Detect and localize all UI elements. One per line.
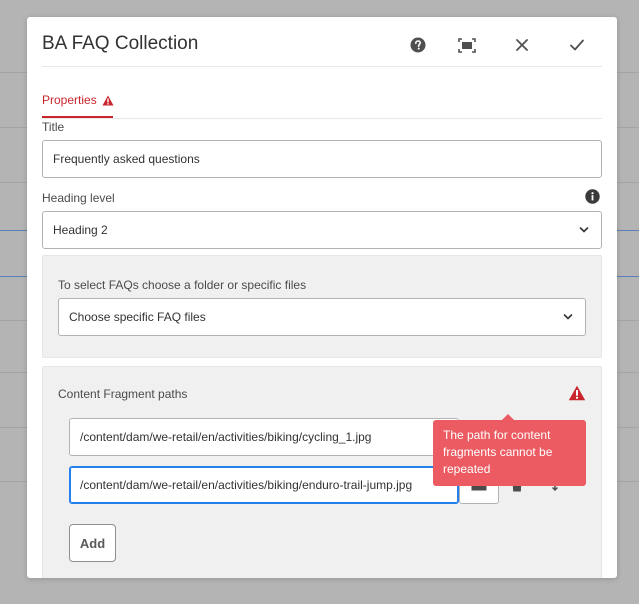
tab-label: Properties [42, 93, 97, 107]
close-icon [516, 39, 528, 51]
add-path-button[interactable]: Add [69, 524, 116, 562]
path-input-2[interactable]: /content/dam/we-retail/en/activities/bik… [69, 466, 459, 504]
tab-divider [42, 118, 602, 119]
fullscreen-icon [458, 37, 476, 53]
help-icon [410, 37, 426, 53]
close-button[interactable] [511, 34, 533, 56]
heading-level-select[interactable]: Heading 2 [42, 211, 602, 249]
fullscreen-button[interactable] [456, 34, 478, 56]
faq-source-select[interactable]: Choose specific FAQ files [58, 298, 586, 336]
error-tooltip: The path for content fragments cannot be… [433, 414, 586, 486]
done-button[interactable] [566, 34, 588, 56]
dialog: BA FAQ Collection Properties Title Frequ… [27, 17, 617, 578]
content-fragment-paths-label: Content Fragment paths [58, 387, 188, 401]
dialog-title: BA FAQ Collection [42, 33, 199, 54]
heading-info-button[interactable] [585, 189, 600, 209]
info-icon [585, 189, 600, 204]
faq-source-label: To select FAQs choose a folder or specif… [58, 278, 307, 292]
title-label: Title [42, 120, 65, 134]
path-input-1[interactable]: /content/dam/we-retail/en/activities/bik… [69, 418, 459, 456]
heading-level-value: Heading 2 [53, 223, 108, 237]
tab-properties[interactable]: Properties [42, 93, 114, 107]
title-input[interactable]: Frequently asked questions [42, 140, 602, 178]
heading-level-label: Heading level [42, 191, 115, 205]
chevron-down-icon [563, 314, 573, 320]
faq-source-value: Choose specific FAQ files [69, 310, 206, 324]
header-divider [42, 66, 602, 67]
checkmark-icon [570, 39, 584, 51]
chevron-down-icon [579, 227, 589, 233]
alert-icon [568, 385, 586, 401]
help-button[interactable] [407, 34, 429, 56]
alert-icon [102, 95, 114, 105]
